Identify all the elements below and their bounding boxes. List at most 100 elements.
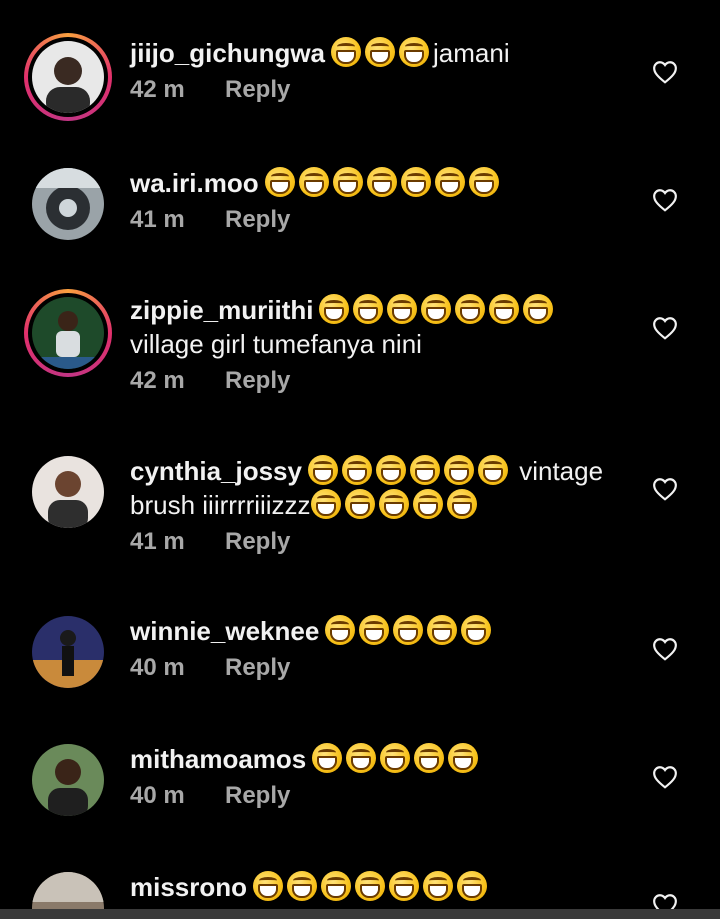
username[interactable]: missrono xyxy=(130,872,247,902)
username[interactable]: winnie_weknee xyxy=(130,616,319,646)
laugh-emoji-icon xyxy=(325,615,356,645)
laugh-emoji-icon xyxy=(421,294,452,324)
laugh-emoji-icon xyxy=(457,871,488,901)
comment-text: zippie_muriithi xyxy=(130,293,630,327)
username[interactable]: wa.iri.moo xyxy=(130,168,259,198)
comment-body: jiijo_gichungwa jamani 42 m Reply xyxy=(130,36,630,104)
like-heart-icon[interactable] xyxy=(652,60,678,84)
laugh-emoji-icon xyxy=(346,743,377,773)
comment-body: mithamoamos 40 m Reply xyxy=(130,742,630,810)
laugh-emoji-icon xyxy=(409,455,440,485)
laugh-emoji-icon xyxy=(366,167,397,197)
laugh-emoji-icon xyxy=(399,37,430,67)
laugh-emoji-icon xyxy=(331,37,362,67)
comment-text-after: jamani xyxy=(433,38,510,68)
like-heart-icon[interactable] xyxy=(652,637,678,661)
laugh-emoji-icon xyxy=(400,167,431,197)
laugh-emoji-icon xyxy=(355,871,386,901)
reply-button[interactable]: Reply xyxy=(225,76,290,103)
comment-meta: 40 m Reply xyxy=(130,654,630,682)
comment-meta: 42 m Reply xyxy=(130,76,630,104)
laugh-emoji-icon xyxy=(427,615,458,645)
comment-text-line2-text: brush iiirrrriiizzz xyxy=(130,490,311,520)
laugh-emoji-icon xyxy=(389,871,420,901)
comment-meta: 41 m Reply xyxy=(130,206,630,234)
comment-item: missrono xyxy=(0,864,720,909)
laugh-emoji-icon xyxy=(341,455,372,485)
reply-button[interactable]: Reply xyxy=(225,206,290,233)
laugh-emoji-icon xyxy=(307,455,338,485)
comment-meta: 40 m Reply xyxy=(130,782,630,810)
laugh-emoji-icon xyxy=(287,871,318,901)
like-heart-icon[interactable] xyxy=(652,765,678,789)
avatar-wrap[interactable] xyxy=(24,864,112,909)
comment-text: missrono xyxy=(130,870,630,904)
comment-time: 40 m xyxy=(130,654,185,681)
laugh-emoji-icon xyxy=(365,37,396,67)
laugh-emoji-icon xyxy=(468,167,499,197)
laugh-emoji-icon xyxy=(344,489,375,519)
avatar xyxy=(32,297,104,369)
comment-meta: 41 m Reply xyxy=(130,528,630,556)
comment-body: missrono xyxy=(130,870,630,904)
laugh-emoji-icon xyxy=(387,294,418,324)
avatar xyxy=(32,456,104,528)
reply-button[interactable]: Reply xyxy=(225,528,290,555)
comment-time: 40 m xyxy=(130,782,185,809)
laugh-emoji-icon xyxy=(353,294,384,324)
laugh-emoji-icon xyxy=(375,455,406,485)
avatar xyxy=(32,41,104,113)
avatar-story-ring[interactable] xyxy=(24,289,112,377)
avatar xyxy=(32,168,104,240)
username[interactable]: mithamoamos xyxy=(130,744,306,774)
comment-text: jiijo_gichungwa jamani xyxy=(130,36,630,70)
avatar-wrap[interactable] xyxy=(24,608,112,696)
avatar-story-ring[interactable] xyxy=(24,33,112,121)
laugh-emoji-icon xyxy=(461,615,492,645)
laugh-emoji-icon xyxy=(434,167,465,197)
reply-button[interactable]: Reply xyxy=(225,654,290,681)
like-heart-icon[interactable] xyxy=(652,188,678,212)
like-heart-icon[interactable] xyxy=(652,893,678,909)
comment-text-after: vintage xyxy=(511,456,604,486)
laugh-emoji-icon xyxy=(312,743,343,773)
comment-text: winnie_weknee xyxy=(130,614,630,648)
laugh-emoji-icon xyxy=(253,871,284,901)
laugh-emoji-icon xyxy=(414,743,445,773)
comment-body: cynthia_jossy vintage brush iiirrrriiizz… xyxy=(130,454,630,556)
laugh-emoji-icon xyxy=(443,455,474,485)
laugh-emoji-icon xyxy=(264,167,295,197)
laugh-emoji-icon xyxy=(321,871,352,901)
comment-text: wa.iri.moo xyxy=(130,166,630,200)
reply-button[interactable]: Reply xyxy=(225,782,290,809)
avatar xyxy=(32,872,104,909)
laugh-emoji-icon xyxy=(378,489,409,519)
avatar xyxy=(32,616,104,688)
like-heart-icon[interactable] xyxy=(652,316,678,340)
avatar-wrap[interactable] xyxy=(24,736,112,824)
laugh-emoji-icon xyxy=(380,743,411,773)
comment-text-line2: brush iiirrrriiizzz xyxy=(130,488,630,522)
username[interactable]: zippie_muriithi xyxy=(130,295,313,325)
comment-time: 41 m xyxy=(130,528,185,555)
laugh-emoji-icon xyxy=(446,489,477,519)
avatar-wrap[interactable] xyxy=(24,448,112,536)
comment-body: wa.iri.moo 41 m Reply xyxy=(130,166,630,234)
laugh-emoji-icon xyxy=(332,167,363,197)
laugh-emoji-icon xyxy=(423,871,454,901)
comment-body: zippie_muriithi village girl tumefanya n… xyxy=(130,293,630,395)
laugh-emoji-icon xyxy=(412,489,443,519)
reply-button[interactable]: Reply xyxy=(225,367,290,394)
comment-text-line2: village girl tumefanya nini xyxy=(130,329,422,359)
username[interactable]: cynthia_jossy xyxy=(130,456,302,486)
laugh-emoji-icon xyxy=(359,615,390,645)
like-heart-icon[interactable] xyxy=(652,477,678,501)
username[interactable]: jiijo_gichungwa xyxy=(130,38,325,68)
comment-time: 42 m xyxy=(130,367,185,394)
comment-body: winnie_weknee 40 m Reply xyxy=(130,614,630,682)
avatar-wrap[interactable] xyxy=(24,160,112,248)
comment-text: cynthia_jossy vintage xyxy=(130,454,630,488)
laugh-emoji-icon xyxy=(489,294,520,324)
comment-time: 41 m xyxy=(130,206,185,233)
laugh-emoji-icon xyxy=(477,455,508,485)
